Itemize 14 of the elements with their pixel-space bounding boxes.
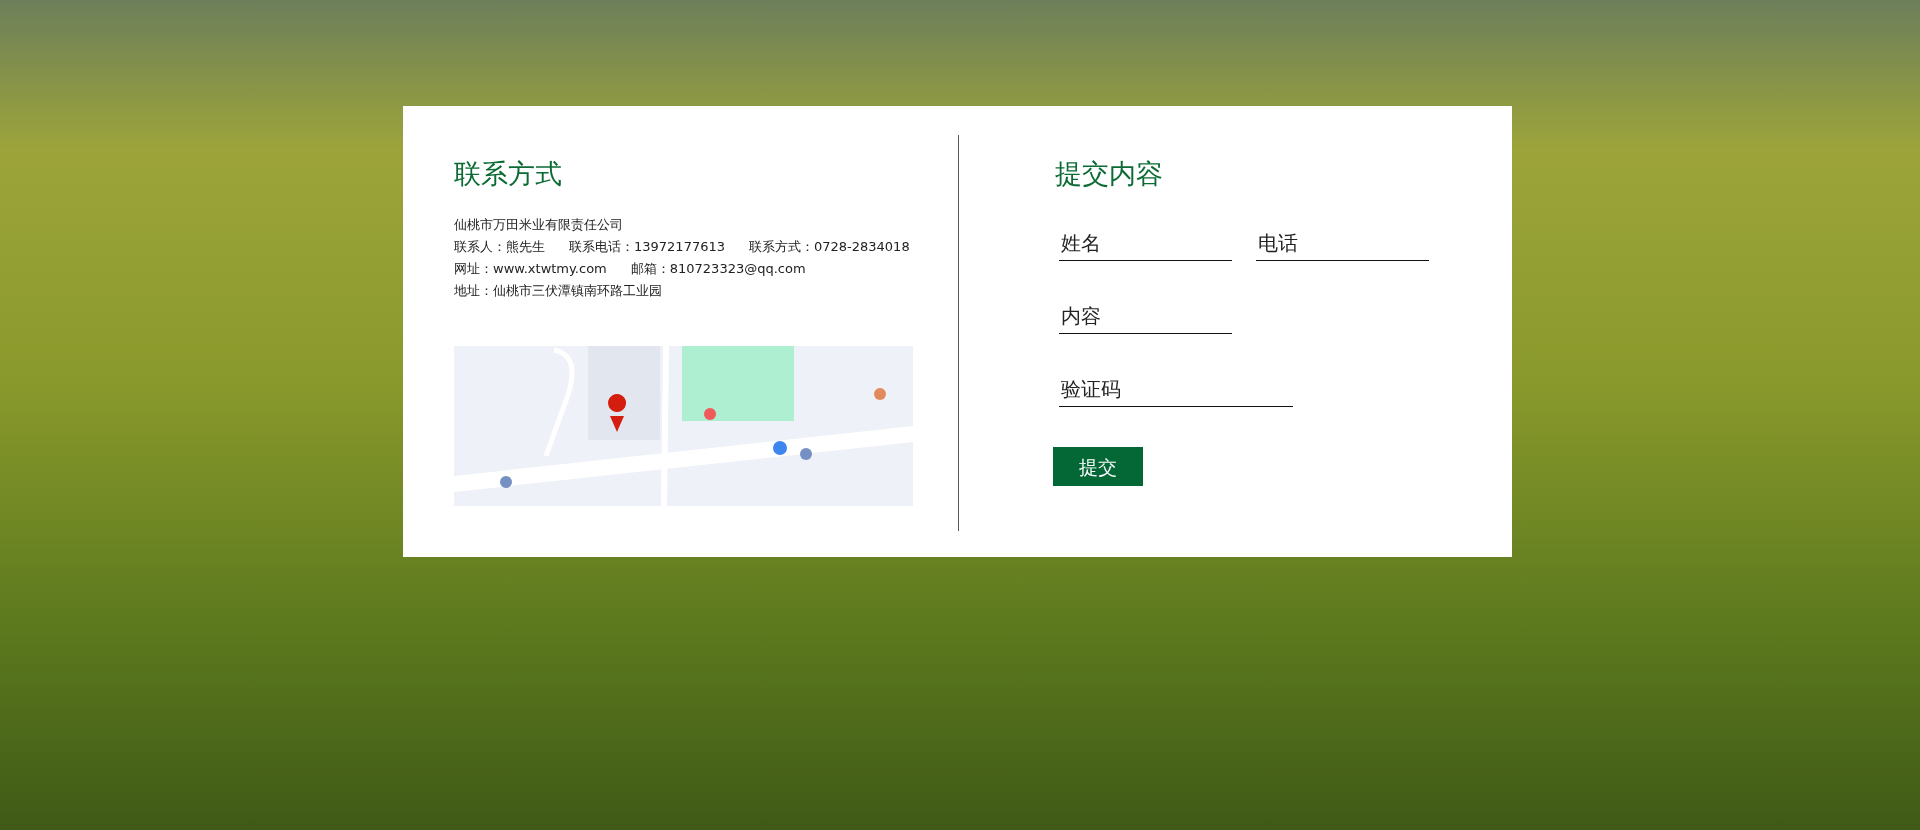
contact-text: 联系人：熊先生 <box>454 239 545 255</box>
input-field[interactable]: 验证码 <box>1059 370 1293 408</box>
contact-text: 网址：www.xtwtmy.com <box>454 261 607 277</box>
contact-text: 地址：仙桃市三伏潭镇南环路工业园 <box>454 283 662 299</box>
contact-text: 邮箱：810723323@qq.com <box>630 261 806 277</box>
section-title: 联系方式 <box>454 158 563 191</box>
contact-text: 联系电话：13972177613 <box>569 239 725 255</box>
contact-text: 仙桃市万田米业有限责任公司 <box>454 217 623 233</box>
section-title: 提交内容 <box>1055 158 1164 191</box>
input-field[interactable]: 电话 <box>1256 224 1429 262</box>
submit-button[interactable]: 提交 <box>1053 447 1143 487</box>
input-field[interactable]: 内容 <box>1059 297 1232 335</box>
input-field[interactable]: 姓名 <box>1059 224 1232 262</box>
contact-text: 联系方式：0728-2834018 <box>749 239 910 255</box>
